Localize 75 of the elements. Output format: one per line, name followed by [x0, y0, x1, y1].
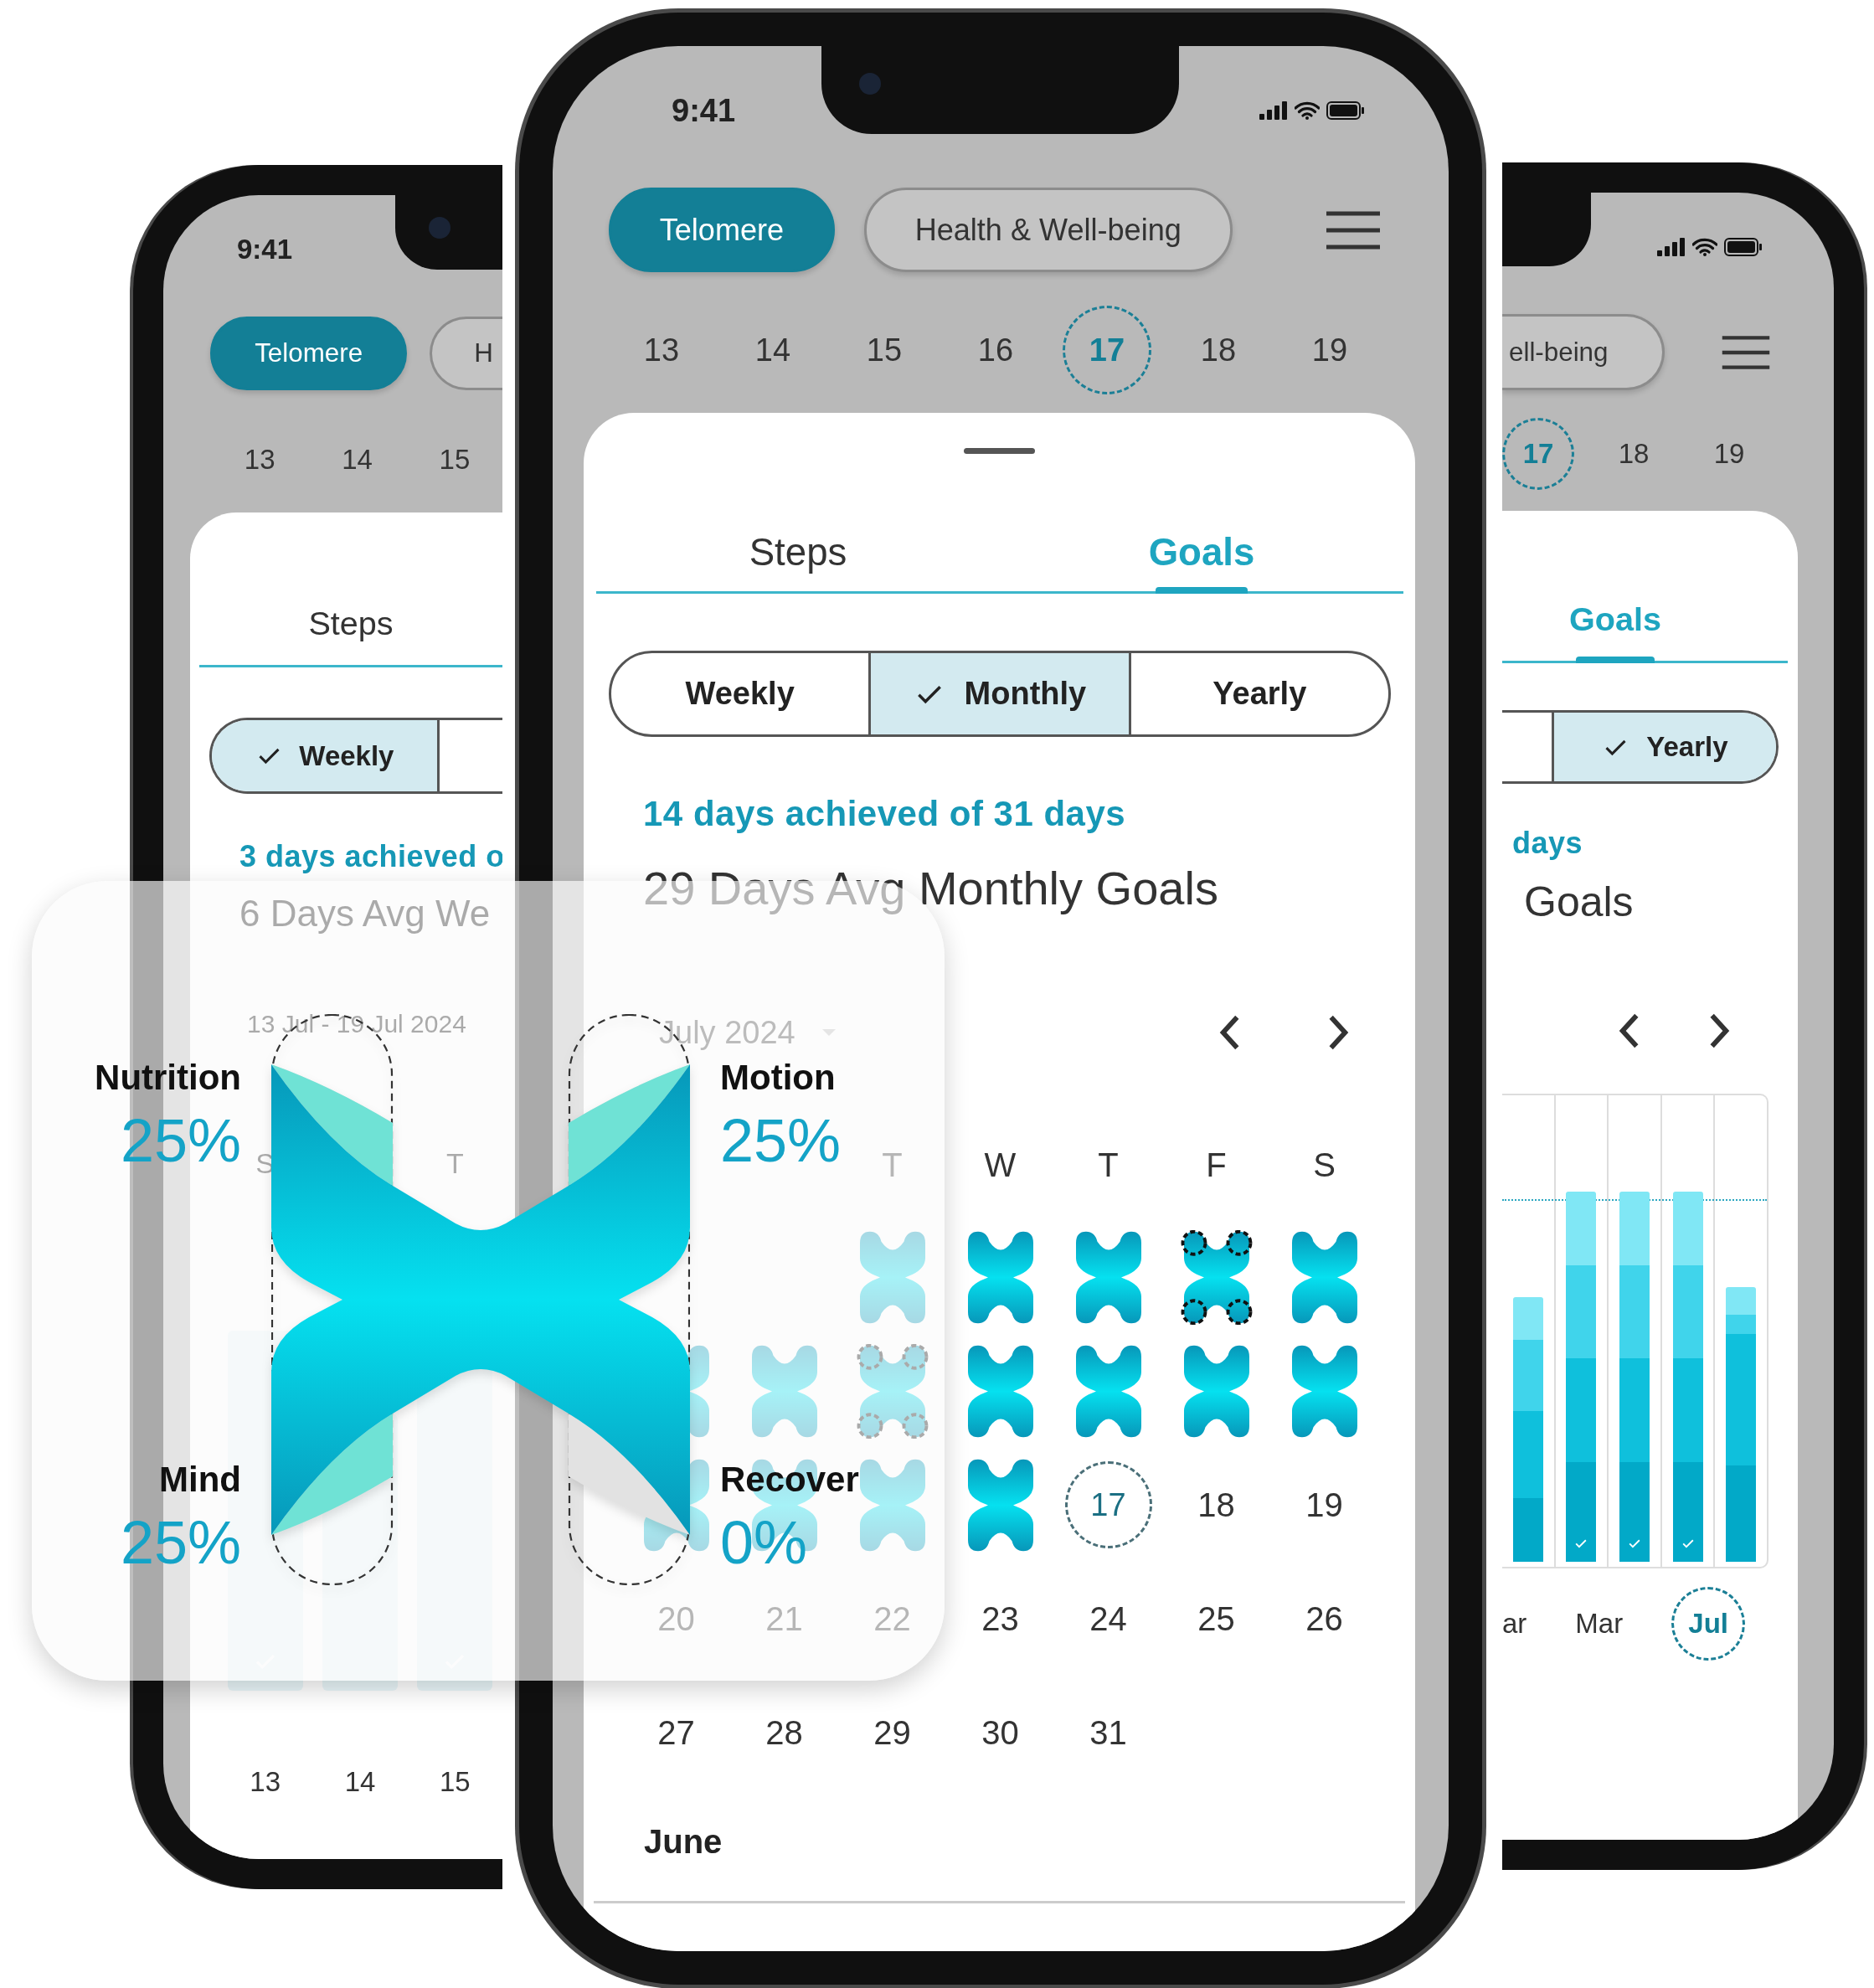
period-option[interactable]: Weekly: [611, 653, 869, 735]
metric-label: Nutrition: [95, 1058, 241, 1098]
metric-value: 25%: [720, 1106, 842, 1175]
weekday-label: W: [984, 1146, 1017, 1185]
date-item[interactable]: 13: [617, 306, 706, 395]
weekday-label: T: [882, 1146, 903, 1185]
achievement-text: days: [1511, 826, 1584, 861]
category-pill[interactable]: Telomere: [609, 188, 835, 273]
calendar-day[interactable]: 25: [1197, 1599, 1235, 1638]
date-range: 13 Jul - 19 Jul 2024: [246, 1010, 467, 1039]
date-item[interactable]: 19: [1693, 418, 1765, 490]
metric-label: Mind: [159, 1460, 241, 1500]
weekday-label: F: [1206, 1146, 1227, 1185]
wifi-icon: [1692, 238, 1717, 256]
date-item[interactable]: 15: [840, 306, 929, 395]
calendar-day[interactable]: 24: [1089, 1599, 1127, 1638]
goals-title: 29 Days Avg Monthly Goals: [642, 861, 1219, 916]
metric-value: 25%: [120, 1106, 241, 1175]
drag-handle[interactable]: [964, 448, 1035, 455]
weekday-label: S: [1313, 1146, 1336, 1185]
wifi-icon: [1295, 101, 1320, 120]
metric-label: Motion: [720, 1058, 836, 1098]
date-item[interactable]: 18: [1174, 306, 1263, 395]
category-pill[interactable]: ell-being: [1502, 314, 1665, 390]
camera-icon: [429, 217, 450, 239]
metric-value: 25%: [120, 1508, 241, 1577]
tab[interactable]: Steps: [199, 581, 502, 666]
month-heading: June: [643, 1823, 723, 1862]
calendar-day[interactable]: 31: [1089, 1713, 1127, 1752]
calendar-day[interactable]: 23: [981, 1599, 1019, 1638]
date-item[interactable]: 13: [221, 420, 299, 499]
status-time: 9:41: [672, 92, 736, 129]
calendar-day[interactable]: 27: [657, 1713, 695, 1752]
battery-icon: [1326, 101, 1365, 120]
calendar-day[interactable]: 29: [873, 1713, 911, 1752]
status-time: 9:41: [237, 234, 293, 265]
weekday-label: T: [445, 1147, 464, 1181]
month-label[interactable]: Jul: [1671, 1587, 1746, 1661]
battery-icon: [1724, 238, 1763, 256]
camera-icon: [859, 73, 881, 95]
achievement-text: 14 days achieved of 31 days: [642, 794, 1127, 835]
month-label[interactable]: ar: [1502, 1608, 1527, 1640]
date-item[interactable]: 19: [1285, 306, 1374, 395]
signal-icon: [1259, 101, 1288, 120]
date-item[interactable]: 15: [415, 420, 494, 499]
tab[interactable]: Steps: [596, 514, 1000, 592]
date-item[interactable]: 14: [728, 306, 817, 395]
month-label[interactable]: Mar: [1575, 1608, 1624, 1640]
date-item[interactable]: 16: [951, 306, 1040, 395]
date-item[interactable]: 14: [318, 420, 396, 499]
calendar-day[interactable]: 19: [1305, 1486, 1343, 1524]
metric-label: Recover: [720, 1460, 859, 1500]
category-pill[interactable]: Health & Well-being: [863, 188, 1233, 273]
calendar-day[interactable]: 18: [1197, 1486, 1235, 1524]
calendar-day[interactable]: 30: [981, 1713, 1019, 1752]
menu-icon[interactable]: [1721, 333, 1771, 371]
date-label: 13: [250, 1766, 281, 1799]
calendar-day[interactable]: 26: [1305, 1599, 1343, 1638]
calendar-day[interactable]: 28: [765, 1713, 803, 1752]
period-option[interactable]: Yearly: [1552, 713, 1776, 781]
category-pill[interactable]: Telomere: [210, 317, 408, 390]
weekday-label: T: [1098, 1146, 1119, 1185]
metric-value: 0%: [720, 1508, 808, 1577]
goals-title: 6 Days Avg We: [239, 893, 492, 935]
date-label: 14: [344, 1766, 376, 1799]
signal-icon: [1657, 238, 1686, 256]
category-pill[interactable]: H: [430, 317, 502, 390]
period-option[interactable]: Weekly: [212, 720, 437, 792]
menu-icon[interactable]: [1325, 209, 1382, 250]
date-label: 15: [439, 1766, 471, 1799]
period-option[interactable]: Yearly: [1128, 653, 1388, 735]
goals-title: Goals: [1523, 878, 1635, 926]
calendar-day[interactable]: 17: [1064, 1461, 1152, 1549]
period-option[interactable]: Monthly: [868, 653, 1129, 735]
date-item[interactable]: 18: [1598, 418, 1670, 490]
